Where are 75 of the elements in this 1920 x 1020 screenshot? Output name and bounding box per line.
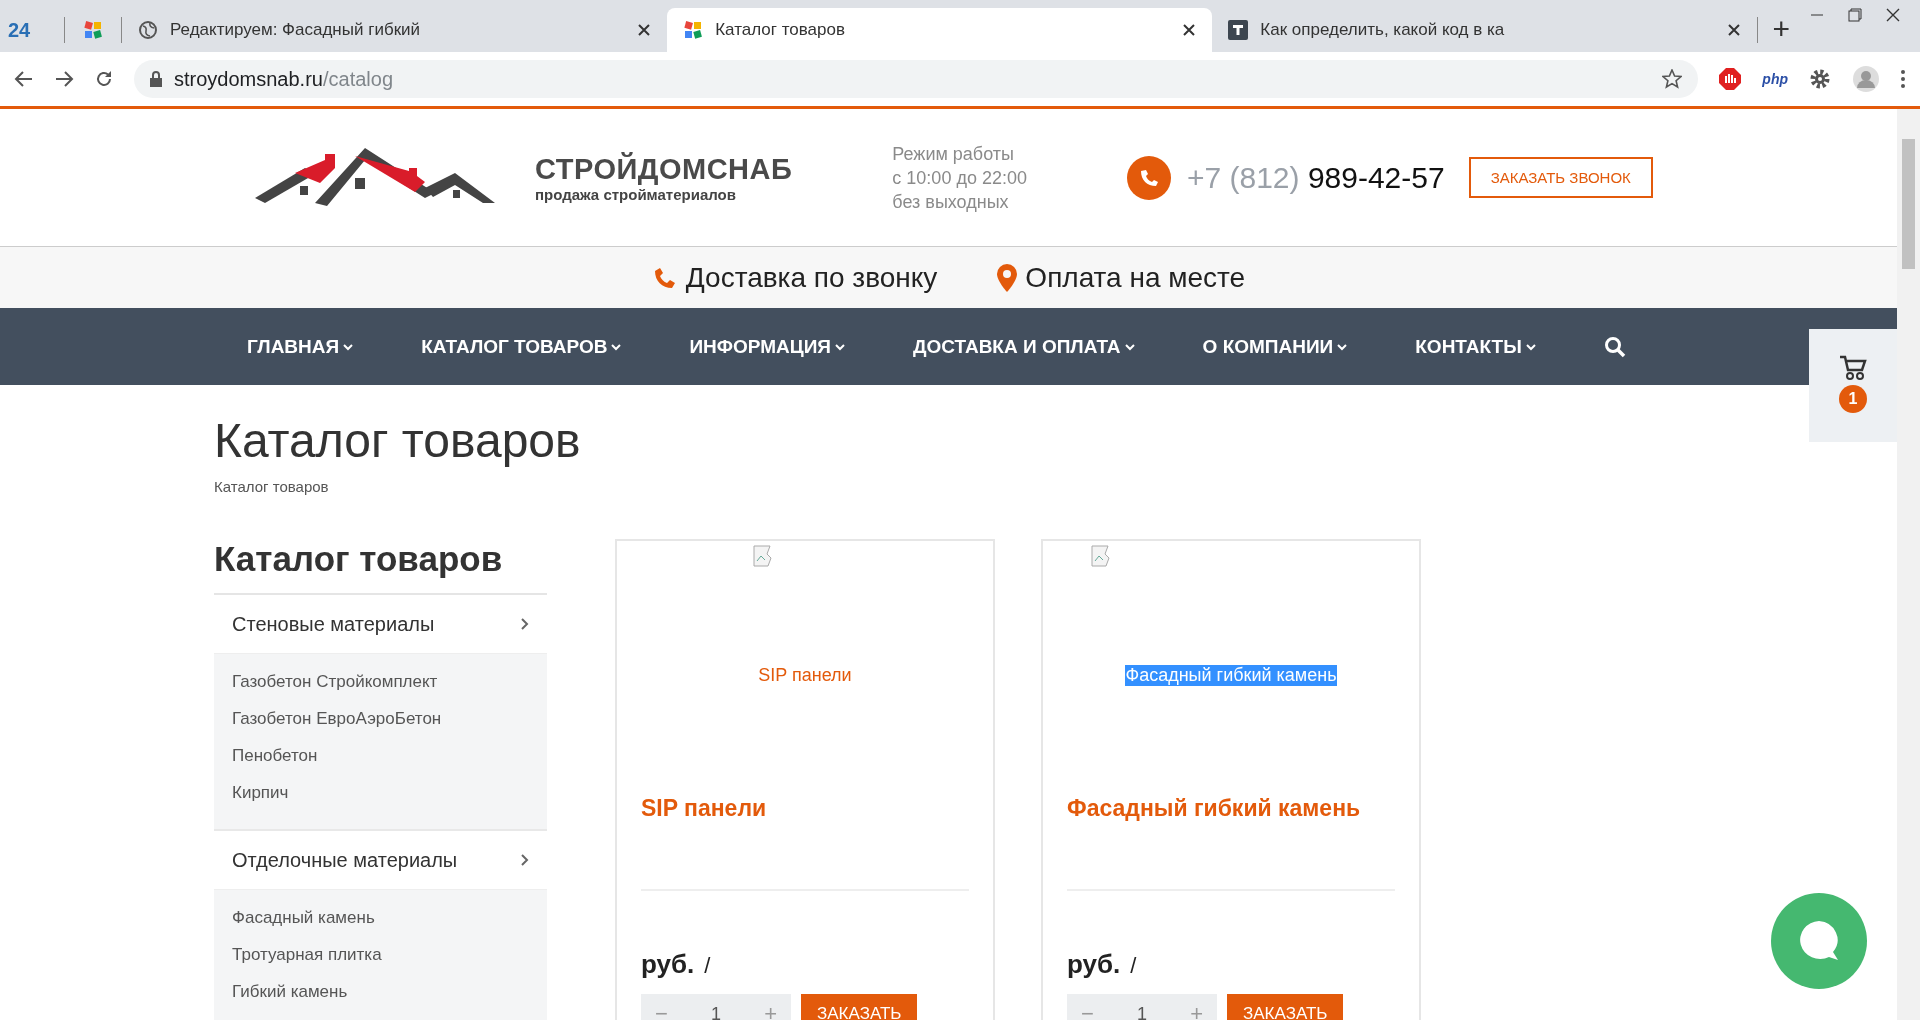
avatar-icon[interactable]: [1852, 65, 1880, 93]
cart-icon: [1839, 355, 1867, 381]
new-tab-button[interactable]: +: [1772, 12, 1790, 46]
nav-item[interactable]: КАТАЛОГ ТОВАРОВ: [421, 335, 622, 358]
chevron-down-icon: [1525, 342, 1536, 351]
nav-item[interactable]: О КОМПАНИИ: [1202, 335, 1348, 358]
scrollbar-thumb[interactable]: [1902, 139, 1915, 269]
subcategory-link[interactable]: Фасадный камень: [232, 908, 529, 928]
quantity-stepper[interactable]: − 1 +: [1067, 994, 1217, 1020]
close-icon[interactable]: [1886, 8, 1900, 22]
callback-button[interactable]: ЗАКАЗАТЬ ЗВОНОК: [1468, 157, 1653, 198]
product-title[interactable]: Фасадный гибкий камень: [1067, 795, 1395, 889]
restore-icon[interactable]: [1848, 8, 1862, 22]
chevron-down-icon: [611, 342, 622, 351]
chevron-down-icon: [343, 342, 354, 351]
address-field[interactable]: stroydomsnab.ru/catalog: [134, 60, 1699, 98]
page-title: Каталог товаров: [214, 413, 582, 468]
nav-item[interactable]: ИНФОРМАЦИЯ: [689, 335, 845, 358]
price-unit: /: [1130, 953, 1137, 979]
price-unit: /: [704, 953, 711, 979]
reload-icon[interactable]: [94, 69, 114, 89]
phone-number: +7 (812) 989-42-57: [1186, 160, 1445, 195]
cart-count-badge: 1: [1839, 385, 1867, 413]
location-pin-icon: [997, 263, 1018, 292]
breadcrumb[interactable]: Каталог товаров: [214, 478, 1897, 495]
browser-tab[interactable]: 24: [8, 8, 64, 52]
chevron-right-icon: [521, 854, 529, 866]
gear-icon[interactable]: [1808, 67, 1832, 91]
close-icon[interactable]: [1182, 23, 1197, 37]
order-button[interactable]: ЗАКАЗАТЬ: [801, 994, 918, 1020]
star-icon[interactable]: [1662, 69, 1683, 89]
nav-item[interactable]: ГЛАВНАЯ: [247, 335, 354, 358]
browser-tab[interactable]: Как определить, какой код в ка: [1212, 8, 1758, 52]
close-icon[interactable]: [637, 23, 652, 37]
cart-widget[interactable]: 1: [1809, 329, 1897, 442]
tiles-logo-icon: [683, 20, 704, 40]
globe-icon: [138, 20, 158, 40]
chevron-down-icon: [834, 342, 845, 351]
tiles-logo-icon: [83, 20, 103, 40]
browser-tab[interactable]: Каталог товаров: [667, 8, 1213, 52]
chevron-right-icon: [521, 618, 529, 630]
subcategory-link[interactable]: Гибкий камень: [232, 982, 529, 1002]
nav-item[interactable]: ДОСТАВКА И ОПЛАТА: [912, 335, 1135, 358]
stop-hand-icon[interactable]: [1718, 67, 1743, 91]
brand-tagline: продажа стройматериалов: [535, 185, 737, 203]
feature-label: Оплата на месте: [1025, 261, 1246, 294]
sidebar-title: Каталог товаров: [214, 539, 547, 595]
search-icon[interactable]: [1603, 335, 1626, 358]
price: руб.: [1067, 949, 1121, 980]
product-title[interactable]: SIP панели: [641, 795, 969, 889]
phone-icon: [1126, 155, 1171, 200]
order-button[interactable]: ЗАКАЗАТЬ: [1227, 994, 1344, 1020]
subcategory-link[interactable]: Кирпич: [232, 783, 529, 803]
subcategory-link[interactable]: Тротуарная плитка: [232, 945, 529, 965]
brand-name: СТРОЙДОМСНАБ: [535, 152, 793, 186]
lock-icon: [150, 71, 162, 87]
subcategory-link[interactable]: Газобетон ЕвроАэроБетон: [232, 709, 529, 729]
subcategory-link[interactable]: Пенобетон: [232, 746, 529, 766]
subcategory-link[interactable]: Газобетон Стройкомплект: [232, 672, 529, 692]
extension-icon[interactable]: php: [1762, 71, 1788, 87]
square-logo-icon: [1228, 20, 1249, 40]
feature-label: Доставка по звонку: [685, 261, 938, 294]
menu-icon[interactable]: [1900, 69, 1906, 89]
quantity-stepper[interactable]: − 1 +: [641, 994, 791, 1020]
nav-item[interactable]: КОНТАКТЫ: [1415, 335, 1536, 358]
working-hours: Режим работы с 10:00 до 22:00 без выходных: [892, 142, 1027, 214]
price: руб.: [641, 949, 695, 980]
forward-arrow-icon[interactable]: [54, 69, 74, 89]
browser-tab[interactable]: Редактируем: Фасадный гибкий: [122, 8, 668, 52]
close-icon[interactable]: [1727, 23, 1742, 37]
image-alt-text: Фасадный гибкий камень: [1125, 665, 1337, 686]
chevron-down-icon: [1337, 342, 1348, 351]
back-arrow-icon[interactable]: [14, 69, 34, 89]
chevron-down-icon: [1124, 342, 1135, 351]
image-alt-text: SIP панели: [758, 665, 852, 686]
